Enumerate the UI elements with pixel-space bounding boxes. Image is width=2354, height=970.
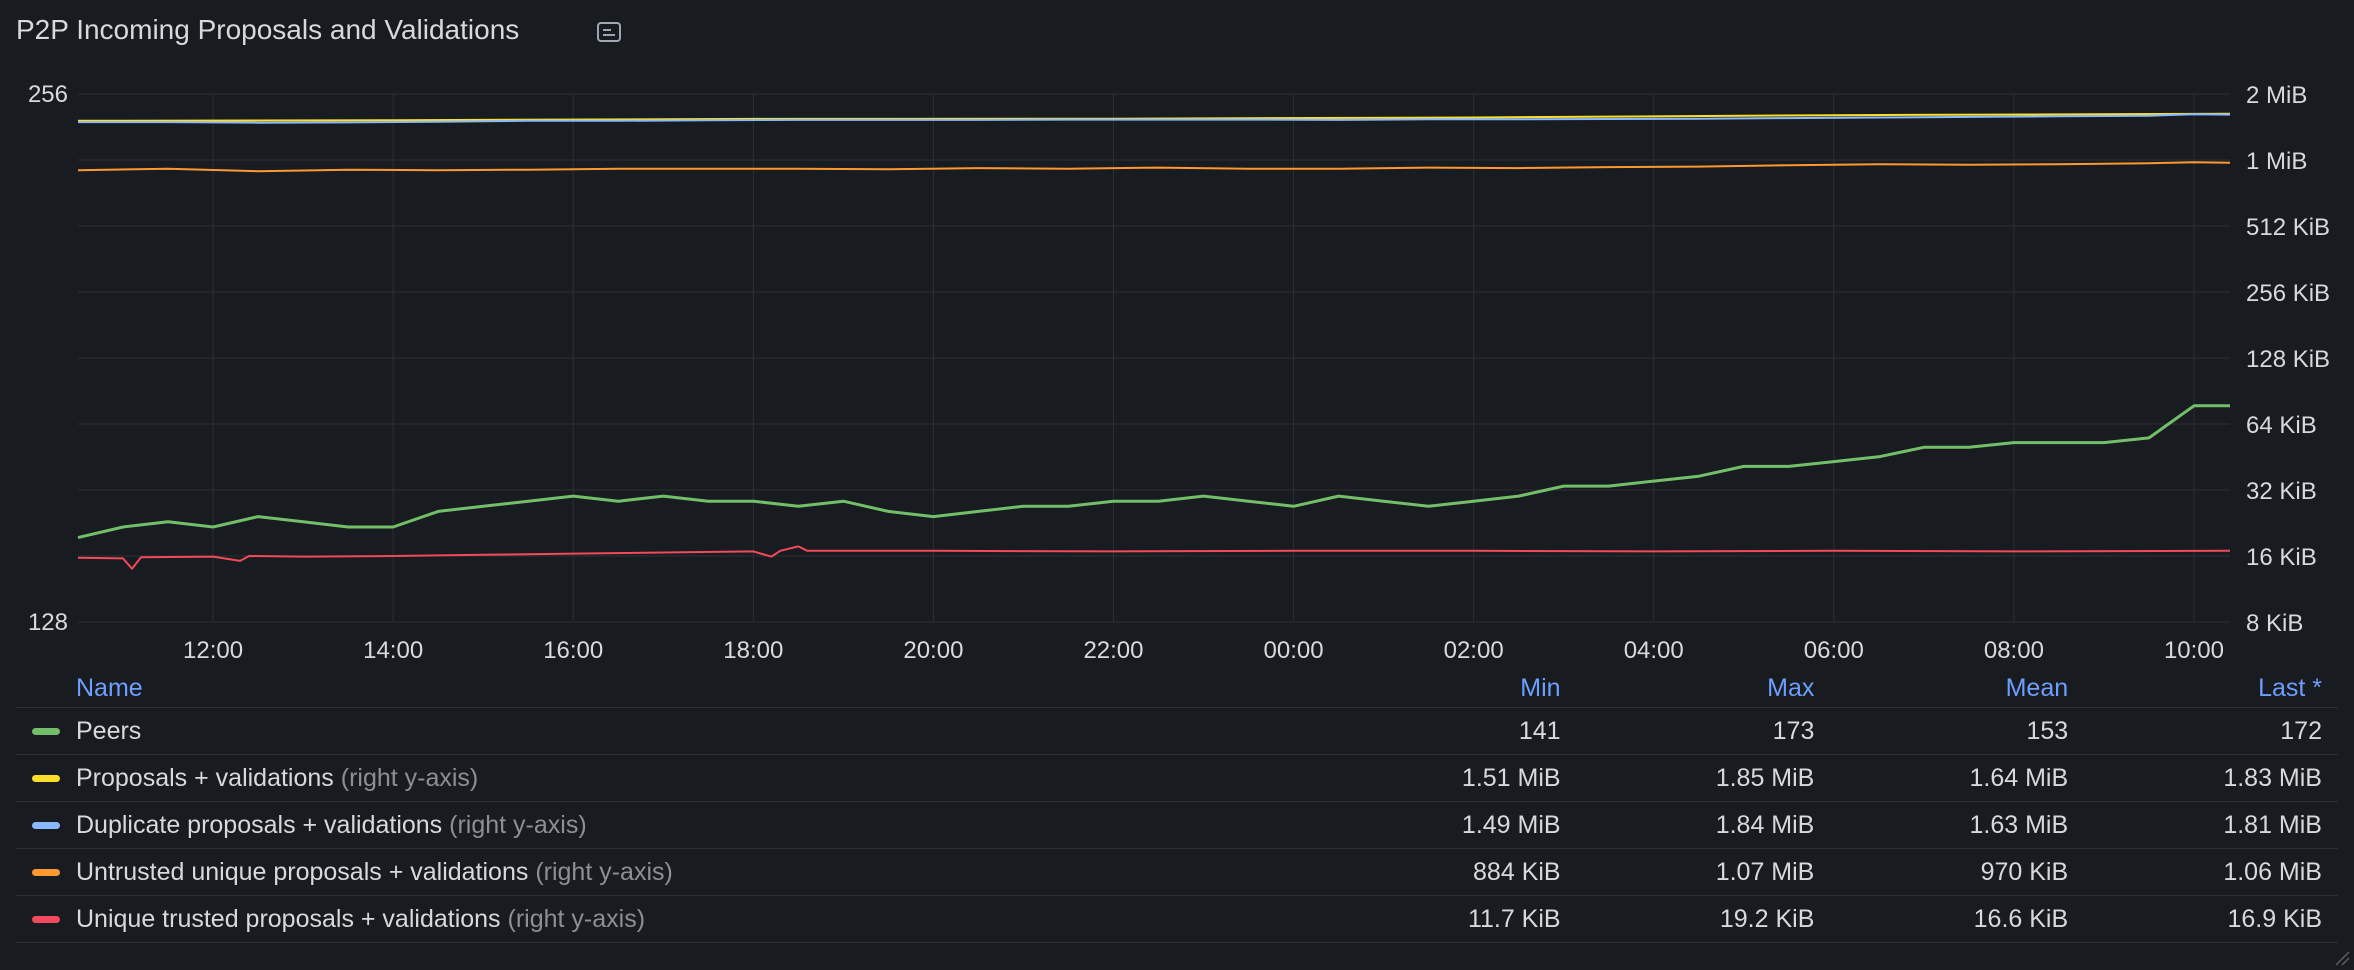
legend-row[interactable]: Peers 141 173 153 172 (16, 707, 2338, 755)
legend-last: 1.81 MiB (2084, 801, 2338, 849)
legend-last: 16.9 KiB (2084, 895, 2338, 943)
panel-title[interactable]: P2P Incoming Proposals and Validations (16, 14, 519, 46)
x-axis-tick-label: 06:00 (1804, 637, 1864, 662)
legend-header-mean[interactable]: Mean (1830, 662, 2085, 708)
legend-max: 19.2 KiB (1576, 895, 1831, 943)
legend-series-cell[interactable]: Untrusted unique proposals + validations… (16, 848, 1323, 896)
right-axis-tick-label: 8 KiB (2246, 610, 2303, 637)
x-axis-tick-label: 16:00 (543, 637, 603, 662)
right-axis-tick-label: 16 KiB (2246, 544, 2317, 571)
legend-last: 172 (2084, 707, 2338, 755)
right-axis-tick-label: 1 MiB (2246, 148, 2307, 175)
x-axis-tick-label: 10:00 (2164, 637, 2224, 662)
legend-header-name[interactable]: Name (16, 662, 1323, 708)
legend-header-last[interactable]: Last * (2084, 662, 2338, 708)
legend-mean: 16.6 KiB (1830, 895, 2085, 943)
legend-last: 1.06 MiB (2084, 848, 2338, 896)
legend-min: 884 KiB (1322, 848, 1577, 896)
axis-hint: (right y-axis) (507, 904, 646, 933)
right-axis-tick-label: 2 MiB (2246, 82, 2307, 109)
right-axis-tick-label: 256 KiB (2246, 280, 2330, 307)
legend-mean: 1.63 MiB (1830, 801, 2085, 849)
legend-row[interactable]: Duplicate proposals + validations (right… (16, 801, 2338, 849)
resize-handle-icon[interactable] (2332, 948, 2350, 966)
series-color-swatch[interactable] (32, 775, 60, 783)
axis-hint: (right y-axis) (340, 763, 479, 792)
x-axis-tick-label: 18:00 (723, 637, 783, 662)
legend-max: 1.84 MiB (1576, 801, 1831, 849)
right-axis-tick-label: 512 KiB (2246, 214, 2330, 241)
series-name: Untrusted unique proposals + validations (76, 857, 529, 886)
series-name: Peers (76, 716, 142, 745)
legend-table: Name Min Max Mean Last * Peers 141 173 1… (16, 662, 2338, 943)
axis-hint: (right y-axis) (449, 810, 587, 839)
legend-min: 1.51 MiB (1322, 754, 1577, 802)
x-axis-tick-label: 02:00 (1444, 637, 1504, 662)
legend-max: 173 (1576, 707, 1831, 755)
x-axis-tick-label: 04:00 (1624, 637, 1684, 662)
x-axis-tick-label: 14:00 (363, 637, 423, 662)
legend-min: 11.7 KiB (1322, 895, 1577, 943)
legend-header-row: Name Min Max Mean Last * (16, 662, 2338, 708)
series-color-swatch[interactable] (32, 869, 60, 877)
legend-series-cell[interactable]: Duplicate proposals + validations (right… (16, 801, 1323, 849)
right-axis-tick-label: 32 KiB (2246, 478, 2317, 505)
series-name: Unique trusted proposals + validations (76, 904, 501, 933)
legend-mean: 1.64 MiB (1830, 754, 2085, 802)
legend-max: 1.07 MiB (1576, 848, 1831, 896)
legend-min: 1.49 MiB (1322, 801, 1577, 849)
legend-row[interactable]: Untrusted unique proposals + validations… (16, 848, 2338, 896)
right-axis-tick-label: 128 KiB (2246, 346, 2330, 373)
left-axis-tick-label: 256 (28, 81, 68, 108)
legend-row[interactable]: Proposals + validations (right y-axis) 1… (16, 754, 2338, 802)
chart[interactable]: 2 MiB 1 MiB 512 KiB 256 KiB 128 KiB 64 KiB 32 … (0, 62, 2354, 662)
left-axis-tick-label: 128 (28, 609, 68, 636)
series-line-unique-trusted-proposals-validations (77, 545, 2231, 570)
legend-max: 1.85 MiB (1576, 754, 1831, 802)
series-color-swatch[interactable] (32, 916, 60, 924)
series-color-swatch[interactable] (32, 728, 60, 736)
series-name: Duplicate proposals + validations (76, 810, 443, 839)
legend-header-max[interactable]: Max (1576, 662, 1831, 708)
legend-header-min[interactable]: Min (1322, 662, 1577, 708)
series-line-peers (77, 404, 2230, 540)
legend-last: 1.83 MiB (2084, 754, 2338, 802)
legend-min: 141 (1322, 707, 1577, 755)
x-axis-tick-label: 08:00 (1984, 637, 2044, 662)
legend-mean: 970 KiB (1830, 848, 2085, 896)
axis-hint: (right y-axis) (535, 857, 673, 886)
series-line-untrusted-unique-proposals-validations (77, 161, 2231, 173)
x-axis-tick-label: 22:00 (1083, 637, 1143, 662)
series-name: Proposals + validations (76, 763, 334, 792)
legend-mean: 153 (1830, 707, 2085, 755)
series-color-swatch[interactable] (32, 822, 60, 830)
note-icon[interactable] (596, 20, 622, 44)
legend-row[interactable]: Unique trusted proposals + validations (… (16, 895, 2338, 943)
x-axis-tick-label: 20:00 (903, 637, 963, 662)
legend-series-cell[interactable]: Proposals + validations (right y-axis) (16, 754, 1323, 802)
panel: P2P Incoming Proposals and Validations 2… (0, 0, 2354, 970)
x-axis-tick-label: 00:00 (1264, 637, 1324, 662)
x-axis-tick-label: 12:00 (183, 637, 243, 662)
legend-series-cell[interactable]: Peers (16, 707, 1323, 755)
legend-series-cell[interactable]: Unique trusted proposals + validations (… (16, 895, 1323, 943)
right-axis-tick-label: 64 KiB (2246, 412, 2317, 439)
panel-header[interactable]: P2P Incoming Proposals and Validations (0, 0, 2354, 62)
